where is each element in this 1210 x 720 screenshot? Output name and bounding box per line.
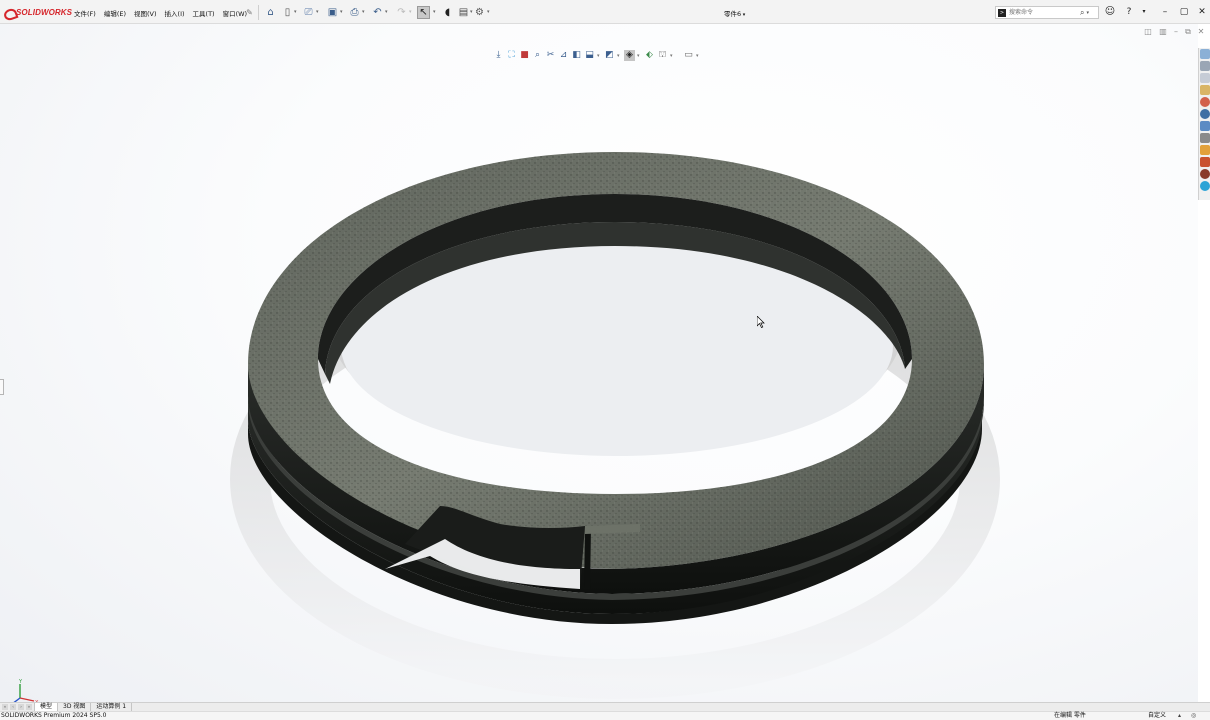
scenes-icon[interactable] xyxy=(1199,109,1210,119)
solidworks-logo[interactable]: SOLIDWORKS xyxy=(3,6,72,18)
options-gear-icon[interactable]: ⚙ xyxy=(473,6,486,19)
product-version: SOLIDWORKS Premium 2024 SP5.0 xyxy=(1,712,107,719)
user-community-icon[interactable] xyxy=(1199,181,1210,191)
first-tab-icon[interactable]: « xyxy=(2,704,8,710)
new-document-icon[interactable]: ▯ xyxy=(281,6,294,19)
marketplace-icon[interactable] xyxy=(1199,157,1210,167)
file-explorer-icon[interactable] xyxy=(1199,73,1210,83)
menu-edit[interactable]: 编辑(E) xyxy=(104,8,126,18)
custom-properties-icon[interactable] xyxy=(1199,121,1210,131)
menu-bar: 文件(F) 编辑(E) 视图(V) 插入(I) 工具(T) 窗口(W) xyxy=(74,8,247,18)
help-dropdown-icon[interactable]: ▾ xyxy=(1137,5,1151,19)
save-dropdown-icon[interactable]: ▾ xyxy=(340,10,345,15)
doc-minimize-icon[interactable]: – xyxy=(1171,27,1181,37)
undo-dropdown-icon[interactable]: ▾ xyxy=(385,10,390,15)
bottom-tab-bar: « ‹ › » 模型 3D 视图 运动算例 1 xyxy=(0,702,1210,711)
rebuild-icon[interactable]: ◖ xyxy=(441,6,454,19)
graphics-area[interactable]: ⤓ ⛶ ■ ⌕ ✂ ⊿ ◧ ⬓ ▾ ◩ ▾ ◈ ▾ ⬖ ⛫ ▾ ▭ ▾ Y xyxy=(0,24,1198,702)
document-title: 零件6 ▾ xyxy=(724,8,745,18)
open-icon[interactable]: ⎚ xyxy=(302,6,315,19)
doc-maximize-icon[interactable]: ⧉ xyxy=(1183,27,1193,37)
new-dropdown-icon[interactable]: ▾ xyxy=(294,10,299,15)
redo-icon[interactable]: ↷ xyxy=(395,6,408,19)
user-account-icon[interactable]: ☺ xyxy=(1103,5,1117,19)
close-icon[interactable]: ✕ xyxy=(1195,5,1209,19)
file-properties-icon[interactable]: ▤ xyxy=(457,6,470,19)
minimize-icon[interactable]: – xyxy=(1158,5,1172,19)
status-icons: ▴ ◎ xyxy=(1178,712,1196,720)
menu-file[interactable]: 文件(F) xyxy=(74,8,96,18)
appearances-icon[interactable] xyxy=(1199,97,1210,107)
select-icon[interactable]: ↖ xyxy=(417,6,430,19)
mouse-cursor-icon xyxy=(757,316,765,328)
print-dropdown-icon[interactable]: ▾ xyxy=(362,10,367,15)
pin-icon[interactable]: ✎ xyxy=(243,6,256,19)
status-bar: SOLIDWORKS Premium 2024 SP5.0 在编辑 零件 自定义… xyxy=(0,711,1210,720)
design-library-icon[interactable] xyxy=(1199,61,1210,71)
last-tab-icon[interactable]: » xyxy=(26,704,32,710)
save-icon[interactable]: ▣ xyxy=(326,6,339,19)
prev-tab-icon[interactable]: ‹ xyxy=(10,704,16,710)
solidworks-resources-icon[interactable] xyxy=(1199,49,1210,59)
doc-restore-icon[interactable]: ◫ xyxy=(1143,27,1153,37)
menu-tools[interactable]: 工具(T) xyxy=(193,8,215,18)
3dexperience-icon[interactable] xyxy=(1199,145,1210,155)
command-prompt-icon: > xyxy=(998,8,1006,17)
tab-model[interactable]: 模型 xyxy=(34,703,59,711)
menu-view[interactable]: 视图(V) xyxy=(134,8,157,18)
maximize-icon[interactable]: ▢ xyxy=(1177,5,1191,19)
redo-dropdown-icon[interactable]: ▾ xyxy=(409,10,414,15)
help-icon[interactable]: ? xyxy=(1122,5,1136,19)
search-icon[interactable]: ⌕ xyxy=(1080,8,1084,18)
rebuild-status-icon[interactable]: ◎ xyxy=(1191,712,1196,719)
doc-tile-icon[interactable]: ▥ xyxy=(1158,27,1168,37)
print-icon[interactable]: ⎙ xyxy=(348,6,361,19)
learn-icon[interactable] xyxy=(1199,169,1210,179)
units-dropdown-icon[interactable]: ▴ xyxy=(1178,712,1181,719)
title-dropdown-icon[interactable]: ▾ xyxy=(741,12,746,18)
document-name: 零件6 xyxy=(724,10,742,18)
select-dropdown-icon[interactable]: ▾ xyxy=(433,10,438,15)
edit-state: 在编辑 零件 xyxy=(1054,712,1086,719)
command-search[interactable]: > ⌕ ▾ xyxy=(995,6,1099,19)
undo-icon[interactable]: ↶ xyxy=(371,6,384,19)
doc-close-icon[interactable]: ✕ xyxy=(1196,27,1206,37)
forum-icon[interactable] xyxy=(1199,133,1210,143)
triad-y-label: Y xyxy=(18,679,23,685)
unit-system[interactable]: 自定义 xyxy=(1148,712,1166,720)
view-palette-icon[interactable] xyxy=(1199,85,1210,95)
toolbar-separator xyxy=(258,5,259,20)
ds-logo-icon xyxy=(3,7,14,18)
menu-insert[interactable]: 插入(I) xyxy=(165,8,185,18)
ring-part-model[interactable] xyxy=(0,24,1198,702)
brand-name: SOLIDWORKS xyxy=(16,7,73,17)
tab-motion-study[interactable]: 运动算例 1 xyxy=(91,703,133,711)
search-dropdown-icon[interactable]: ▾ xyxy=(1086,10,1089,16)
feature-manager-splitter[interactable] xyxy=(0,379,4,395)
search-input[interactable] xyxy=(1009,7,1079,18)
coordinate-triad: Y X Z xyxy=(13,679,39,702)
home-icon[interactable]: ⌂ xyxy=(264,6,277,19)
tab-scroll-arrows: « ‹ › » xyxy=(0,703,34,711)
tab-3d-views[interactable]: 3D 视图 xyxy=(58,703,92,711)
title-bar: SOLIDWORKS 文件(F) 编辑(E) 视图(V) 插入(I) 工具(T)… xyxy=(0,0,1210,24)
open-dropdown-icon[interactable]: ▾ xyxy=(316,10,321,15)
next-tab-icon[interactable]: › xyxy=(18,704,24,710)
options-dropdown-icon[interactable]: ▾ xyxy=(487,10,492,15)
task-pane-tabs xyxy=(1198,48,1210,200)
